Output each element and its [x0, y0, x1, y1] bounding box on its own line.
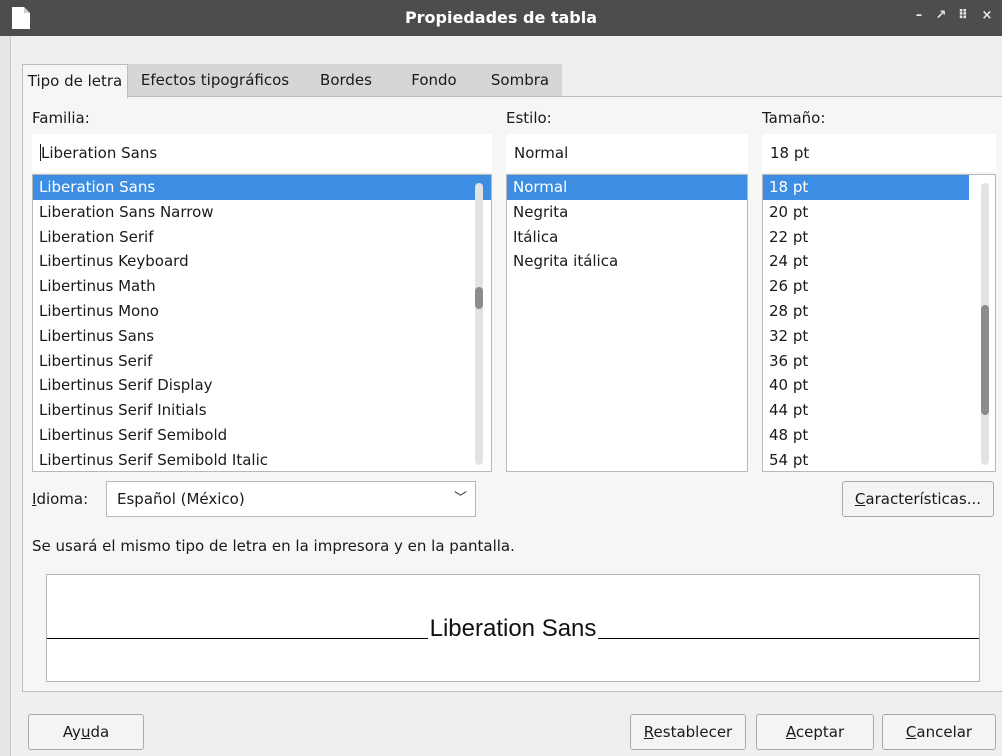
features-button-label: aracterísticas... — [865, 490, 982, 508]
chevron-down-icon: ﹀ — [453, 491, 467, 506]
features-button[interactable]: Características... — [842, 481, 994, 517]
window-edge — [0, 36, 11, 756]
features-button-mnemonic: C — [854, 490, 866, 508]
list-item-style[interactable]: Negrita — [507, 200, 747, 225]
cancel-button-label: ancelar — [916, 723, 973, 741]
reset-button-mnemonic: R — [643, 723, 654, 741]
minimize-icon[interactable]: – — [910, 8, 928, 23]
size-label: Tamaño: — [762, 109, 826, 127]
info-text: Se usará el mismo tipo de letra en la im… — [32, 537, 515, 555]
family-list[interactable]: Liberation Sans Liberation Sans Narrow L… — [32, 174, 492, 472]
close-icon[interactable]: × — [978, 8, 996, 23]
family-scrollbar[interactable] — [475, 183, 483, 465]
list-item-size[interactable]: 26 pt — [763, 274, 995, 299]
ok-button[interactable]: Aceptar — [756, 714, 874, 750]
help-button[interactable]: Ayuda — [28, 714, 144, 750]
list-item-family[interactable]: Liberation Sans Narrow — [33, 200, 491, 225]
help-button-label-post: da — [90, 723, 110, 741]
list-item-family[interactable]: Liberation Serif — [33, 225, 491, 250]
style-list[interactable]: Normal Negrita Itálica Negrita itálica — [506, 174, 748, 472]
tab-font[interactable]: Tipo de letra — [22, 64, 128, 98]
cancel-button[interactable]: Cancelar — [882, 714, 996, 750]
family-scrollbar-thumb[interactable] — [475, 287, 483, 309]
language-select[interactable]: Español (México) ﹀ — [106, 481, 476, 517]
family-label: Familia: — [32, 109, 90, 127]
list-item-style[interactable]: Normal — [507, 175, 747, 200]
list-item-family[interactable]: Libertinus Serif — [33, 349, 491, 374]
font-preview: Liberation Sans — [46, 574, 980, 682]
language-select-value: Español (México) — [117, 490, 245, 508]
list-item-family[interactable]: Libertinus Serif Semibold — [33, 423, 491, 448]
list-item-size[interactable]: 28 pt — [763, 299, 995, 324]
tab-shadow[interactable]: Sombra — [478, 64, 562, 96]
style-label: Estilo: — [506, 109, 552, 127]
list-item-size[interactable]: 20 pt — [763, 200, 995, 225]
tab-borders[interactable]: Bordes — [302, 64, 390, 96]
list-item-family[interactable]: Libertinus Keyboard — [33, 249, 491, 274]
size-scrollbar-thumb[interactable] — [981, 305, 989, 415]
reset-button[interactable]: Restablecer — [630, 714, 746, 750]
list-item-size[interactable]: 32 pt — [763, 324, 995, 349]
list-item-size[interactable]: 36 pt — [763, 349, 995, 374]
list-item-family[interactable]: Libertinus Serif Initials — [33, 398, 491, 423]
ok-button-label: ceptar — [795, 723, 845, 741]
title-bar: Propiedades de tabla – ↗ ⠿ × — [0, 0, 1002, 36]
list-item-size[interactable]: 40 pt — [763, 373, 995, 398]
list-item-size[interactable]: 18 pt — [763, 175, 969, 200]
tab-font-effects[interactable]: Efectos tipográficos — [128, 64, 302, 96]
list-item-size[interactable]: 54 pt — [763, 448, 995, 471]
list-item-family[interactable]: Libertinus Sans — [33, 324, 491, 349]
list-item-family[interactable]: Libertinus Mono — [33, 299, 491, 324]
tab-background[interactable]: Fondo — [390, 64, 478, 96]
preview-sample: Liberation Sans — [47, 615, 979, 643]
list-item-family[interactable]: Libertinus Math — [33, 274, 491, 299]
list-item-style[interactable]: Itálica — [507, 225, 747, 250]
list-item-size[interactable]: 22 pt — [763, 225, 995, 250]
size-input[interactable]: 18 pt — [762, 134, 996, 172]
list-item-size[interactable]: 24 pt — [763, 249, 995, 274]
list-item-family[interactable]: Libertinus Serif Semibold Italic — [33, 448, 491, 471]
ok-button-mnemonic: A — [785, 723, 796, 741]
restore-icon[interactable]: ↗ — [932, 8, 950, 23]
list-item-size[interactable]: 48 pt — [763, 423, 995, 448]
family-input[interactable]: Liberation Sans — [32, 134, 492, 172]
grid-icon[interactable]: ⠿ — [954, 8, 972, 23]
language-label-text: dioma: — [36, 490, 89, 508]
style-input[interactable]: Normal — [506, 134, 748, 172]
preview-text: Liberation Sans — [427, 615, 599, 642]
list-item-family[interactable]: Libertinus Serif Display — [33, 373, 491, 398]
list-item-size[interactable]: 44 pt — [763, 398, 995, 423]
language-label: Idioma: — [32, 490, 88, 508]
list-item-style[interactable]: Negrita itálica — [507, 249, 747, 274]
tab-bar: Tipo de letra Efectos tipográficos Borde… — [22, 64, 562, 98]
window-title: Propiedades de tabla — [404, 8, 598, 27]
size-list[interactable]: 18 pt 20 pt 22 pt 24 pt 26 pt 28 pt 32 p… — [762, 174, 996, 472]
reset-button-label: establecer — [653, 723, 733, 741]
size-scrollbar[interactable] — [981, 183, 989, 465]
family-input-value: Liberation Sans — [41, 144, 158, 162]
list-item-family[interactable]: Liberation Sans — [33, 175, 491, 200]
help-button-label-pre: Ay — [62, 723, 81, 741]
cancel-button-mnemonic: C — [905, 723, 917, 741]
